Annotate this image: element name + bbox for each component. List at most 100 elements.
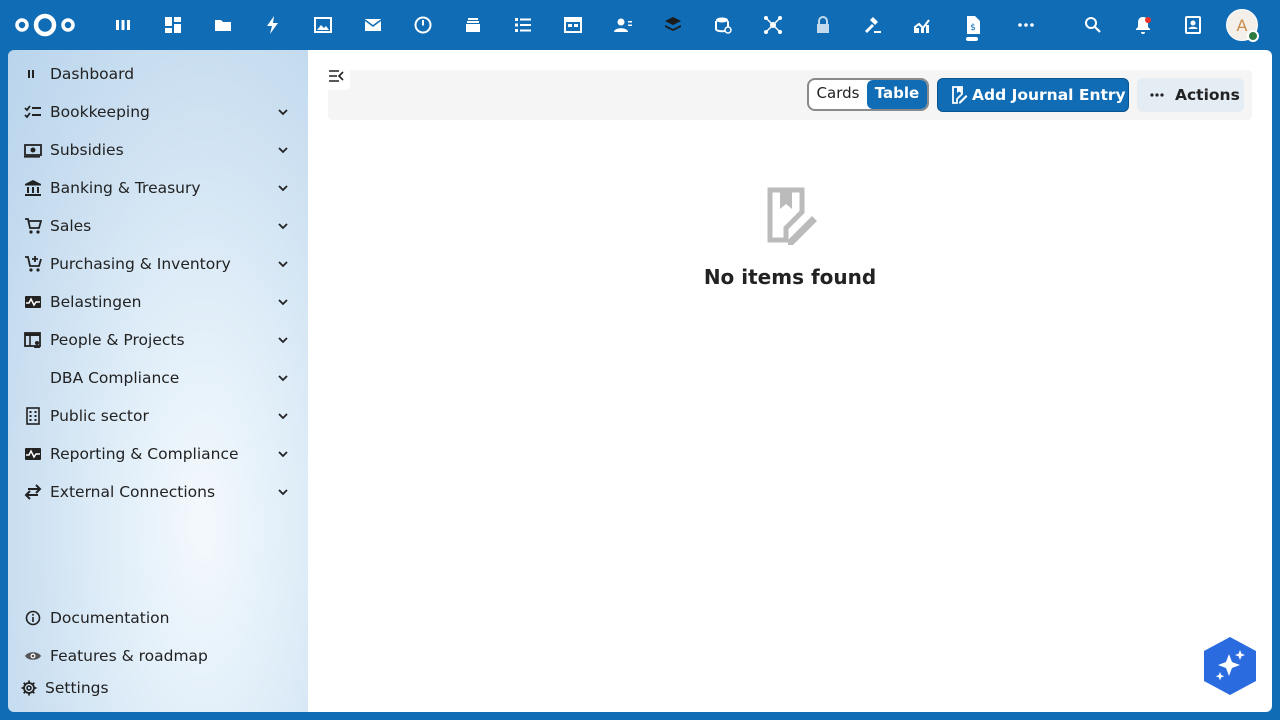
- view-cards-button[interactable]: Cards: [809, 80, 867, 109]
- info-icon: [24, 609, 42, 627]
- deck-icon[interactable]: [461, 13, 485, 37]
- chevron-down-icon[interactable]: [276, 409, 290, 423]
- sidebar-item-features-roadmap[interactable]: Features & roadmap: [8, 638, 308, 674]
- sidebar-item-label: Documentation: [50, 609, 170, 627]
- checklist-icon: [24, 103, 42, 121]
- dashboard-icon: [24, 65, 42, 83]
- sidebar-item-label: Reporting & Compliance: [50, 445, 239, 463]
- sidebar-item-people-projects[interactable]: People & Projects: [8, 322, 308, 358]
- swap-icon: [24, 483, 42, 501]
- sidebar-item-purchasing-inventory[interactable]: Purchasing & Inventory: [8, 246, 308, 282]
- journal-edit-icon: [950, 86, 968, 104]
- sidebar-item-bookkeeping[interactable]: Bookkeeping: [8, 94, 308, 130]
- sidebar-item-label: DBA Compliance: [50, 369, 180, 387]
- photos-icon[interactable]: [311, 13, 335, 37]
- chevron-down-icon[interactable]: [276, 219, 290, 233]
- view-toggle: Cards Table: [807, 78, 929, 111]
- actions-button[interactable]: Actions: [1137, 78, 1244, 112]
- sidebar-item-label: Purchasing & Inventory: [50, 255, 231, 273]
- pulse-icon: [24, 445, 42, 463]
- search-icon[interactable]: [1081, 13, 1105, 37]
- tasks-icon[interactable]: [511, 13, 535, 37]
- chevron-down-icon[interactable]: [276, 257, 290, 271]
- journal-empty-icon: [767, 187, 817, 245]
- chart-icon[interactable]: [911, 13, 935, 37]
- chevron-down-icon[interactable]: [276, 447, 290, 461]
- calendar-icon[interactable]: [561, 13, 585, 37]
- menu-collapse-icon: [329, 70, 344, 82]
- more-horizontal-icon: [1149, 87, 1165, 103]
- sidebar-item-label: External Connections: [50, 483, 216, 501]
- sidebar-item-label: Public sector: [50, 407, 149, 425]
- sidebar-item-label: Features & roadmap: [50, 647, 208, 665]
- dashboard-icon[interactable]: [111, 13, 135, 37]
- more-icon[interactable]: [1014, 13, 1038, 37]
- activity-icon[interactable]: [261, 13, 285, 37]
- notifications-icon[interactable]: [1131, 13, 1155, 37]
- sidebar-item-dashboard[interactable]: Dashboard: [8, 56, 308, 92]
- grid-icon[interactable]: [161, 13, 185, 37]
- sidebar-item-banking-treasury[interactable]: Banking & Treasury: [8, 170, 308, 206]
- ai-assistant-button[interactable]: [1203, 636, 1257, 696]
- sidebar-item-label: Subsidies: [50, 141, 124, 159]
- sidebar-item-reporting-compliance[interactable]: Reporting & Compliance: [8, 436, 308, 472]
- contacts-icon[interactable]: [611, 13, 635, 37]
- chevron-down-icon[interactable]: [276, 371, 290, 385]
- sidebar-item-dba-compliance[interactable]: DBA Compliance: [8, 360, 308, 396]
- stack-icon[interactable]: [661, 13, 685, 37]
- sidebar-item-label: Dashboard: [50, 65, 135, 83]
- sidebar-item-documentation[interactable]: Documentation: [8, 600, 308, 636]
- chevron-down-icon[interactable]: [276, 485, 290, 499]
- chevron-down-icon[interactable]: [276, 143, 290, 157]
- sidebar-item-label: Banking & Treasury: [50, 179, 201, 197]
- database-icon[interactable]: [711, 13, 735, 37]
- view-table-button[interactable]: Table: [867, 80, 927, 109]
- notification-badge: [1145, 17, 1151, 23]
- mail-icon[interactable]: [361, 13, 385, 37]
- chevron-down-icon[interactable]: [276, 333, 290, 347]
- sidebar-item-public-sector[interactable]: Public sector: [8, 398, 308, 434]
- sidebar: Dashboard Bookkeeping Subsidies Banking …: [8, 50, 308, 712]
- sidebar-item-subsidies[interactable]: Subsidies: [8, 132, 308, 168]
- active-app-indicator: [966, 37, 978, 41]
- add-journal-entry-label: Add Journal Entry: [972, 86, 1126, 104]
- main-content: Cards Table Add Journal Entry Actions No…: [308, 50, 1272, 712]
- sidebar-item-label: People & Projects: [50, 331, 185, 349]
- chevron-down-icon[interactable]: [276, 105, 290, 119]
- finance-icon[interactable]: $: [961, 13, 985, 37]
- sidebar-item-label: Sales: [50, 217, 92, 235]
- nextcloud-logo[interactable]: [14, 12, 76, 38]
- user-avatar[interactable]: A: [1226, 9, 1259, 42]
- hub-icon[interactable]: [761, 13, 785, 37]
- cart-icon: [24, 217, 42, 235]
- sidebar-item-belastingen[interactable]: Belastingen: [8, 284, 308, 320]
- people-table-icon: [24, 331, 42, 349]
- contacts-menu-icon[interactable]: [1181, 13, 1205, 37]
- lock-icon[interactable]: [811, 13, 835, 37]
- empty-state-message: No items found: [703, 265, 877, 289]
- sidebar-item-external-connections[interactable]: External Connections: [8, 474, 308, 510]
- bank-icon: [24, 179, 42, 197]
- folder-icon[interactable]: [211, 13, 235, 37]
- chevron-down-icon[interactable]: [276, 181, 290, 195]
- pulse-icon: [24, 293, 42, 311]
- sidebar-item-sales[interactable]: Sales: [8, 208, 308, 244]
- money-icon: [24, 141, 42, 159]
- gavel-icon[interactable]: [861, 13, 885, 37]
- toolbar: Cards Table Add Journal Entry Actions: [328, 70, 1252, 120]
- clock-icon[interactable]: [411, 13, 435, 37]
- sidebar-item-label: Settings: [45, 679, 109, 697]
- sidebar-item-label: Bookkeeping: [50, 103, 150, 121]
- sidebar-item-settings[interactable]: Settings: [8, 670, 308, 706]
- sidebar-toggle-button[interactable]: [322, 62, 350, 90]
- add-journal-entry-button[interactable]: Add Journal Entry: [937, 78, 1129, 112]
- eye-icon: [24, 647, 42, 665]
- chevron-down-icon[interactable]: [276, 295, 290, 309]
- gear-icon: [20, 679, 38, 697]
- cart-plus-icon: [24, 255, 42, 273]
- building-icon: [24, 407, 42, 425]
- svg-text:$: $: [970, 23, 976, 33]
- top-bar: $ A: [0, 0, 1280, 50]
- online-status-indicator: [1247, 30, 1259, 42]
- avatar-initial: A: [1236, 15, 1248, 35]
